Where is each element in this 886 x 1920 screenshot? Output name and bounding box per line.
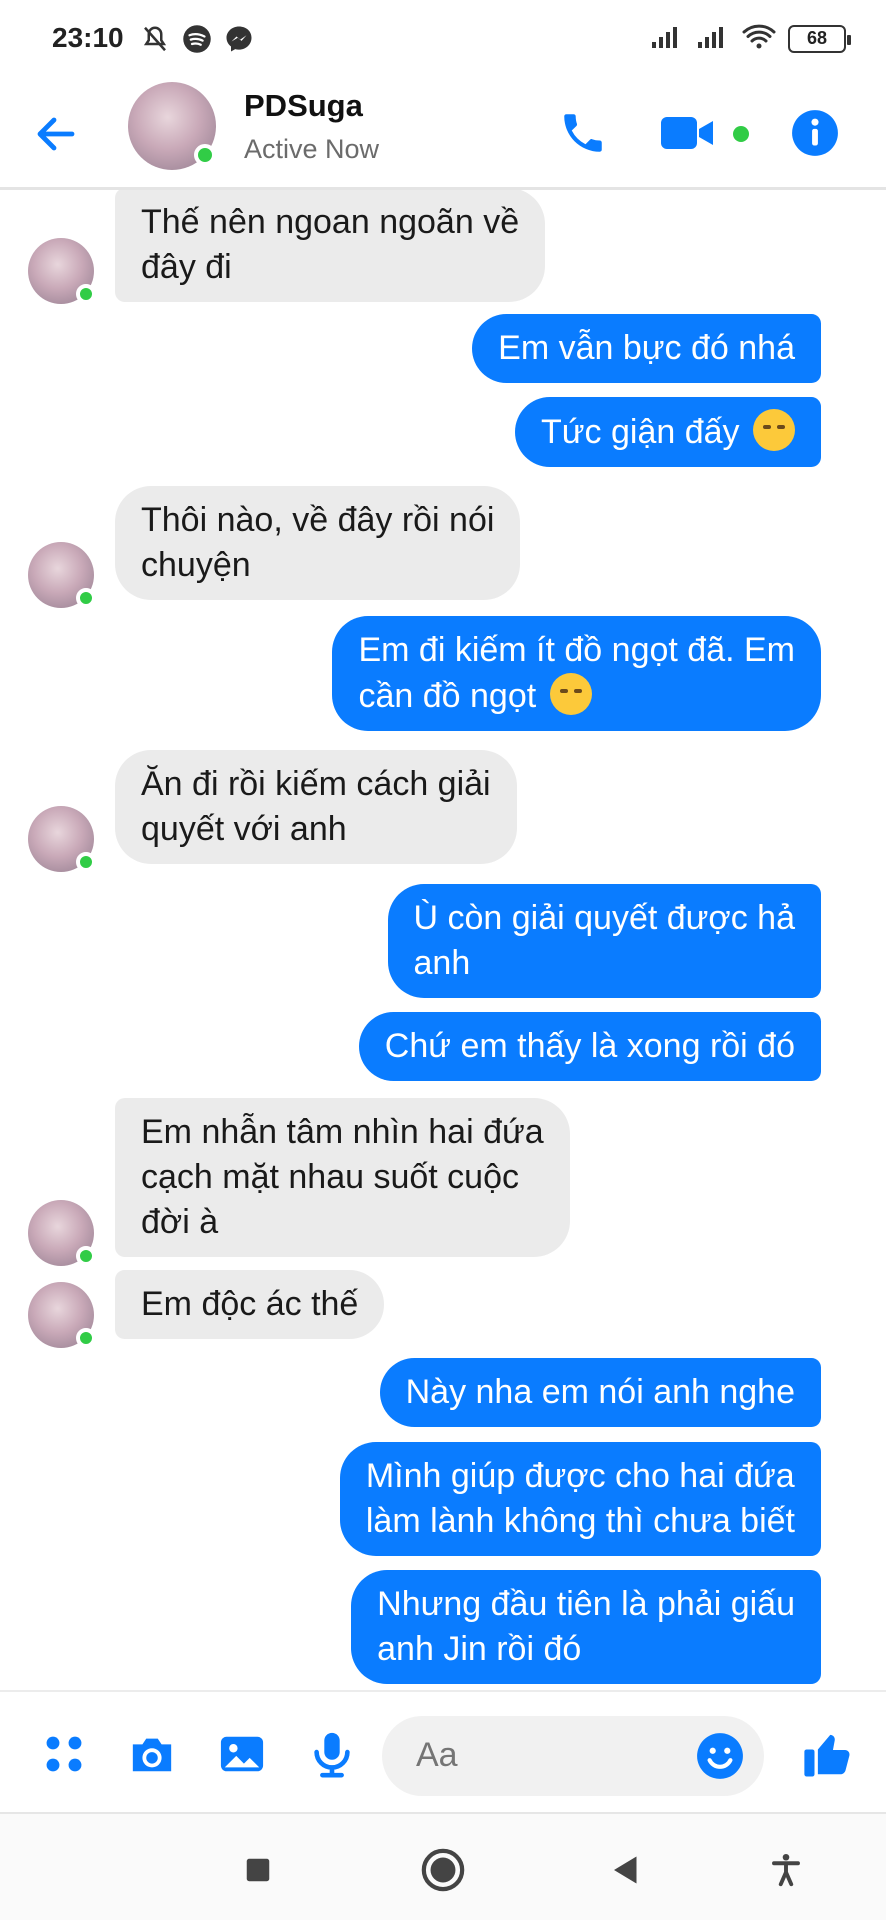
message-list[interactable]: Thế nên ngoan ngoãn về đây đi Em vẫn bực… xyxy=(0,190,886,1690)
online-indicator xyxy=(194,144,216,166)
message-bubble-outgoing[interactable]: Này nha em nói anh nghe xyxy=(379,1358,821,1427)
message-bubble-incoming[interactable]: Thôi nào, về đây rồi nói chuyện xyxy=(115,486,521,600)
back-icon xyxy=(614,1856,637,1884)
status-time: 23:10 xyxy=(52,22,124,53)
gallery-button[interactable] xyxy=(214,1726,270,1782)
info-button[interactable] xyxy=(784,102,846,164)
message-bubble-outgoing[interactable]: Ù còn giải quyết được hả anh xyxy=(387,884,821,998)
info-icon xyxy=(792,110,838,156)
sender-avatar[interactable] xyxy=(28,238,96,304)
recent-apps-button[interactable] xyxy=(230,1842,286,1898)
message-bubble-outgoing[interactable]: Chứ em thấy là xong rồi đó xyxy=(358,1012,821,1081)
system-navigation-bar xyxy=(0,1812,886,1920)
thumbs-up-icon xyxy=(804,1734,850,1777)
wifi-icon xyxy=(742,22,776,55)
video-online-dot xyxy=(733,126,749,142)
message-text: Em độc ác thế xyxy=(141,1285,359,1323)
voice-call-button[interactable] xyxy=(552,102,614,164)
phone-icon xyxy=(564,114,602,152)
signal-icon xyxy=(696,22,730,55)
battery-icon: 68 xyxy=(788,24,851,53)
message-bubble-incoming[interactable]: Ăn đi rồi kiếm cách giải quyết với anh xyxy=(115,750,517,864)
compose-box[interactable] xyxy=(382,1716,764,1796)
message-composer xyxy=(0,1690,886,1810)
message-bubble-incoming[interactable]: Thế nên ngoan ngoãn về đây đi xyxy=(115,190,546,302)
message-bubble-incoming[interactable]: Em nhẫn tâm nhìn hai đứa cạch mặt nhau s… xyxy=(115,1098,570,1257)
message-bubble-incoming[interactable]: Em độc ác thế xyxy=(115,1270,385,1339)
emoji-button[interactable] xyxy=(692,1728,748,1784)
video-call-button[interactable] xyxy=(656,102,718,164)
like-button[interactable] xyxy=(800,1726,856,1782)
status-bar: 23:10 68 xyxy=(0,0,886,78)
emoji-icon xyxy=(697,1733,743,1779)
voice-message-button[interactable] xyxy=(304,1726,360,1782)
sender-avatar[interactable] xyxy=(28,542,96,608)
message-text: Em vẫn bực đó nhá xyxy=(498,329,795,367)
back-button[interactable] xyxy=(28,106,84,162)
message-bubble-outgoing[interactable]: Nhưng đầu tiên là phải giấu anh Jin rồi … xyxy=(351,1570,821,1684)
messenger-icon xyxy=(224,24,254,59)
accessibility-icon xyxy=(772,1853,800,1887)
microphone-icon xyxy=(314,1732,350,1778)
apps-button[interactable] xyxy=(36,1726,92,1782)
message-text: Tức giận đấy xyxy=(541,413,740,451)
message-bubble-outgoing[interactable]: Mình giúp được cho hai đứa làm lành khôn… xyxy=(339,1442,821,1556)
conversation-header: PDSuga Active Now xyxy=(0,78,886,190)
camera-button[interactable] xyxy=(124,1726,180,1782)
video-camera-icon xyxy=(661,117,713,149)
pensive-face-emoji-icon xyxy=(549,673,592,715)
sender-avatar[interactable] xyxy=(28,1282,96,1348)
home-button[interactable] xyxy=(415,1842,471,1898)
contact-avatar[interactable] xyxy=(128,82,216,170)
contact-status: Active Now xyxy=(244,134,380,164)
mute-icon xyxy=(140,24,170,59)
back-arrow-icon xyxy=(37,117,75,151)
contact-name[interactable]: PDSuga xyxy=(244,88,363,124)
sender-avatar[interactable] xyxy=(28,1200,96,1266)
apps-grid-icon xyxy=(46,1736,82,1772)
sender-avatar[interactable] xyxy=(28,806,96,872)
home-icon xyxy=(421,1848,465,1892)
recent-apps-icon xyxy=(246,1858,270,1882)
message-input[interactable] xyxy=(416,1736,676,1775)
signal-icon xyxy=(650,22,684,55)
message-bubble-outgoing[interactable]: Em đi kiếm ít đồ ngọt đã. Em cần đồ ngọt xyxy=(332,616,821,731)
angry-face-emoji-icon xyxy=(753,409,795,451)
nav-back-button[interactable] xyxy=(598,1842,654,1898)
message-text: Này nha em nói anh nghe xyxy=(405,1373,795,1411)
spotify-icon xyxy=(182,24,212,59)
camera-icon xyxy=(132,1738,172,1772)
gallery-icon xyxy=(220,1736,264,1772)
accessibility-button[interactable] xyxy=(758,1842,814,1898)
message-bubble-outgoing[interactable]: Tức giận đấy xyxy=(515,397,821,467)
message-bubble-outgoing[interactable]: Em vẫn bực đó nhá xyxy=(472,314,821,383)
message-text: Chứ em thấy là xong rồi đó xyxy=(384,1027,795,1065)
